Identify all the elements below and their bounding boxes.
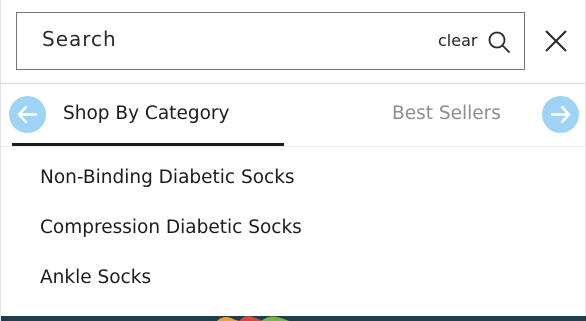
category-item-compression[interactable]: Compression Diabetic Socks <box>40 217 302 238</box>
tab-best-sellers[interactable]: Best Sellers <box>392 103 501 124</box>
search-icon[interactable] <box>487 30 511 54</box>
tab-shop-by-category[interactable]: Shop By Category <box>63 103 229 124</box>
tabs-prev-button[interactable] <box>9 96 46 133</box>
footer-graphic <box>217 316 289 321</box>
header-divider <box>1 83 586 84</box>
tabs-next-button[interactable] <box>542 96 579 133</box>
tabs-divider <box>1 146 586 147</box>
clear-button[interactable]: clear <box>438 31 477 50</box>
arrow-left-icon <box>17 105 38 124</box>
search-input[interactable]: Search clear <box>16 12 525 70</box>
search-panel: Search clear Shop By Category Best Selle… <box>0 0 586 321</box>
search-placeholder[interactable]: Search <box>42 27 117 51</box>
category-item-ankle[interactable]: Ankle Socks <box>40 267 151 288</box>
close-icon[interactable] <box>543 28 569 54</box>
category-item-non-binding[interactable]: Non-Binding Diabetic Socks <box>40 167 295 188</box>
arrow-right-icon <box>550 105 571 124</box>
